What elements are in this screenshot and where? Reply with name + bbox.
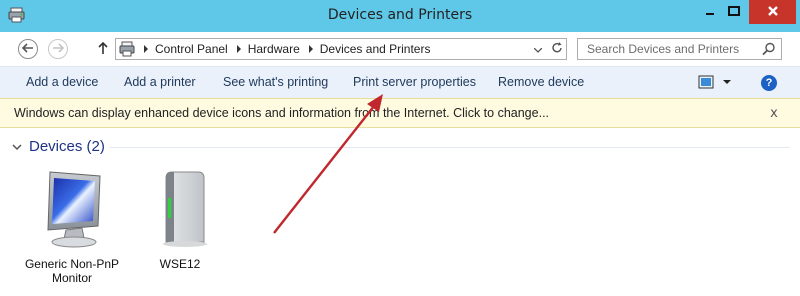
close-infobar-icon[interactable]: x <box>766 105 782 121</box>
breadcrumb: Control Panel Hardware Devices and Print… <box>140 39 435 59</box>
minimize-icon <box>705 5 715 19</box>
breadcrumb-separator-icon[interactable] <box>233 45 245 53</box>
back-button[interactable] <box>18 39 38 59</box>
devices-group-title: Devices (2) <box>29 137 105 155</box>
maximize-icon <box>728 5 740 19</box>
maximize-button[interactable] <box>723 0 745 24</box>
forward-arrow-icon <box>52 42 65 56</box>
refresh-button[interactable] <box>548 39 566 59</box>
view-options-icon <box>698 74 736 93</box>
device-generic-monitor[interactable]: Generic Non-PnP Monitor <box>24 168 120 285</box>
search-input[interactable] <box>578 39 758 59</box>
view-options-button[interactable] <box>698 75 736 91</box>
add-device-button[interactable]: Add a device <box>26 67 98 98</box>
device-label-line2: Monitor <box>51 271 92 285</box>
chevron-down-icon <box>12 141 22 151</box>
breadcrumb-separator-icon[interactable] <box>305 45 317 53</box>
title-bar: Devices and Printers <box>0 0 800 32</box>
breadcrumb-hardware[interactable]: Hardware <box>245 42 305 56</box>
see-whats-printing-button[interactable]: See what's printing <box>223 67 328 98</box>
device-wse12[interactable]: WSE12 <box>132 168 228 271</box>
breadcrumb-devices-and-printers[interactable]: Devices and Printers <box>317 42 436 56</box>
search-icon[interactable] <box>761 41 777 57</box>
search-box[interactable] <box>577 38 782 60</box>
info-bar[interactable]: Windows can display enhanced device icon… <box>0 98 800 128</box>
minimize-button[interactable] <box>699 0 721 24</box>
address-bar-row: Control Panel Hardware Devices and Print… <box>0 32 800 66</box>
devices-view: Devices (2) Generic Non-PnP Monitor WSE1… <box>0 128 800 296</box>
up-button[interactable] <box>96 40 110 58</box>
back-arrow-icon <box>21 42 34 56</box>
monitor-icon <box>36 171 108 251</box>
address-box[interactable]: Control Panel Hardware Devices and Print… <box>115 38 567 60</box>
chevron-down-icon <box>533 42 543 56</box>
close-icon <box>767 5 779 20</box>
group-divider <box>110 147 790 148</box>
breadcrumb-control-panel[interactable]: Control Panel <box>152 42 233 56</box>
close-button[interactable] <box>749 0 796 24</box>
device-label-line1: WSE12 <box>159 257 201 271</box>
devices-group-header[interactable]: Devices (2) <box>12 136 105 156</box>
add-printer-button[interactable]: Add a printer <box>124 67 196 98</box>
breadcrumb-separator-icon[interactable] <box>140 45 152 53</box>
print-server-properties-button[interactable]: Print server properties <box>353 67 476 98</box>
command-bar: Add a device Add a printer See what's pr… <box>0 66 800 98</box>
window-title: Devices and Printers <box>327 7 473 23</box>
help-icon[interactable]: ? <box>761 75 777 91</box>
device-label-line1: Generic Non-PnP <box>24 257 120 271</box>
remove-device-button[interactable]: Remove device <box>498 67 584 98</box>
forward-button[interactable] <box>48 39 68 59</box>
address-history-button[interactable] <box>531 39 545 59</box>
info-bar-message[interactable]: Windows can display enhanced device icon… <box>14 99 549 127</box>
control-panel-icon <box>119 41 137 57</box>
server-icon <box>144 171 216 251</box>
refresh-icon <box>551 41 563 57</box>
up-arrow-icon <box>98 41 108 58</box>
